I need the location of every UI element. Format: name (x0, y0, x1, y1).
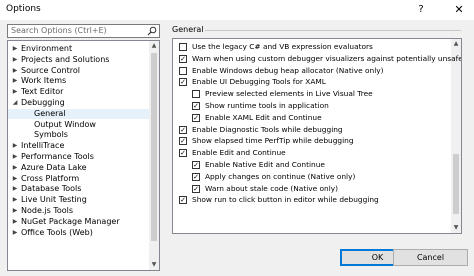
option-checkbox[interactable]: ✓ (179, 137, 187, 146)
option-label: Show run to click button in editor while… (192, 195, 379, 205)
option-checkbox[interactable]: ✓ (179, 125, 187, 134)
tree-item-label: Debugging (21, 98, 65, 107)
section-title: General (172, 25, 204, 34)
option-label: Show elapsed time PerfTip while debuggin… (192, 136, 354, 146)
scroll-thumb[interactable] (151, 53, 157, 241)
tree-item[interactable]: ▶ Work Items (8, 76, 149, 86)
close-button[interactable]: ✕ (450, 1, 468, 19)
tree-item[interactable]: Symbols (8, 130, 149, 140)
expand-arrow-icon[interactable]: ▶ (11, 217, 19, 227)
tree-item-label: Source Control (21, 65, 80, 75)
option-label: Enable Edit and Continue (192, 148, 286, 158)
tree-item[interactable]: ▶ Database Tools (8, 184, 149, 194)
tree-item[interactable]: ▶ Cross Platform (8, 174, 149, 184)
tree-item[interactable]: ▶ Text Editor (8, 87, 149, 97)
tree-scrollbar[interactable]: ▲ ▼ (149, 41, 159, 270)
option-label: Use the legacy C# and VB expression eval… (192, 42, 373, 51)
option-checkbox[interactable]: ✓ (192, 184, 200, 193)
option-label: Apply changes on continue (Native only) (205, 171, 356, 181)
expand-arrow-icon[interactable]: ▶ (11, 55, 19, 65)
option-label: Enable Windows debug heap allocator (Nat… (192, 65, 384, 75)
search-placeholder: Search Options (Ctrl+E) (11, 26, 107, 35)
scroll-up-arrow-icon[interactable]: ▲ (451, 39, 461, 49)
tree-item[interactable]: ▶ NuGet Package Manager (8, 217, 149, 227)
option-checkbox[interactable]: ✓ (179, 54, 187, 63)
tree-item[interactable]: General (8, 108, 149, 119)
expand-arrow-icon[interactable]: ▶ (11, 152, 19, 162)
expand-arrow-icon[interactable]: ▶ (11, 141, 19, 151)
tree-item-label: Azure Data Lake (21, 162, 87, 172)
expand-arrow-icon[interactable]: ▶ (11, 174, 19, 184)
scroll-down-arrow-icon[interactable]: ▼ (451, 223, 461, 233)
expand-arrow-icon[interactable]: ▶ (11, 163, 19, 173)
tree-item-label: IntelliTrace (21, 141, 65, 151)
option-label: Enable UI Debugging Tools for XAML (192, 77, 326, 87)
option-label: Warn about stale code (Native only) (205, 183, 339, 193)
option-checkbox[interactable]: ✓ (192, 113, 200, 122)
option-checkbox[interactable]: ✓ (179, 78, 187, 87)
tree-item[interactable]: ▶ Performance Tools (8, 152, 149, 162)
expand-arrow-icon[interactable]: ▶ (11, 184, 19, 194)
option-checkbox[interactable]: ✓ (192, 161, 200, 169)
option-checkbox[interactable]: ✓ (192, 172, 200, 181)
tree-item-label: Projects and Solutions (21, 54, 110, 64)
tree-item-label: Live Unit Testing (21, 195, 87, 205)
window-title: Options (6, 4, 41, 14)
tree-item[interactable]: ▶ Live Unit Testing (8, 195, 149, 205)
tree-item-label: General (34, 108, 66, 118)
tree-item-label: Environment (21, 44, 73, 53)
options-scrollbar[interactable]: ▲ ▼ (451, 39, 461, 233)
cancel-button[interactable]: Cancel (393, 249, 468, 266)
expand-arrow-icon[interactable]: ▶ (11, 76, 19, 86)
tree-item-label: Cross Platform (21, 173, 80, 183)
tree-item[interactable]: ▶ Node.js Tools (8, 206, 149, 216)
option-label: Preview selected elements in Live Visual… (205, 89, 373, 99)
search-icon[interactable] (147, 26, 157, 36)
option-label: Warn when using custom debugger visualiz… (192, 53, 462, 63)
option-checkbox[interactable] (179, 43, 187, 51)
option-checkbox[interactable]: ✓ (179, 149, 187, 158)
option-label: Enable XAML Edit and Continue (205, 112, 322, 122)
scroll-thumb[interactable] (453, 154, 459, 214)
option-label: Enable Diagnostic Tools while debugging (192, 124, 343, 134)
tree-item[interactable]: ▶ Environment (8, 44, 149, 54)
tree-item-label: Performance Tools (21, 152, 94, 161)
tree-item[interactable]: ▶ Source Control (8, 66, 149, 76)
scroll-up-arrow-icon[interactable]: ▲ (149, 41, 159, 51)
tree-item-label: Text Editor (21, 87, 64, 97)
tree-item-label: Work Items (21, 76, 67, 86)
option-label: Show runtime tools in application (205, 101, 329, 110)
options-list: ▲ ▼ Use the legacy C# and VB expression … (172, 38, 462, 234)
tree-item[interactable]: ◢ Debugging (8, 98, 149, 108)
tree-item-label: Office Tools (Web) (21, 227, 93, 237)
help-button[interactable]: ? (412, 1, 430, 19)
scroll-down-arrow-icon[interactable]: ▼ (149, 260, 159, 270)
section-divider (205, 30, 461, 31)
expand-arrow-icon[interactable]: ▶ (11, 66, 19, 76)
option-checkbox[interactable]: ✓ (179, 196, 187, 205)
title-bar: Options ? ✕ (0, 0, 474, 20)
tree-item[interactable]: ▶ IntelliTrace (8, 141, 149, 151)
tree-item-label: Node.js Tools (21, 206, 74, 215)
expand-arrow-icon[interactable]: ▶ (11, 44, 19, 54)
option-checkbox[interactable]: ✓ (192, 102, 200, 110)
expand-arrow-icon[interactable]: ▶ (11, 87, 19, 97)
tree-item-label: Output Window (34, 119, 96, 129)
search-input[interactable]: Search Options (Ctrl+E) (7, 24, 160, 38)
tree-item[interactable]: ▶ Office Tools (Web) (8, 228, 149, 238)
tree-item[interactable]: Output Window (8, 120, 149, 130)
tree-item[interactable]: ▶ Projects and Solutions (8, 55, 149, 65)
option-checkbox[interactable] (179, 66, 187, 75)
tree-item-label: Database Tools (21, 184, 82, 194)
option-label: Enable Native Edit and Continue (205, 160, 325, 169)
expand-arrow-icon[interactable]: ▶ (11, 195, 19, 205)
option-checkbox[interactable] (192, 90, 200, 99)
options-tree[interactable]: ▲ ▼ ▶ Environment ▶ Projects and Solutions ▶… (7, 40, 160, 271)
tree-item-label: NuGet Package Manager (21, 216, 120, 226)
tree-item[interactable]: ▶ Azure Data Lake (8, 163, 149, 173)
collapse-arrow-icon[interactable]: ◢ (11, 98, 19, 108)
tree-item-label: Symbols (34, 130, 68, 140)
expand-arrow-icon[interactable]: ▶ (11, 228, 19, 238)
expand-arrow-icon[interactable]: ▶ (11, 206, 19, 216)
